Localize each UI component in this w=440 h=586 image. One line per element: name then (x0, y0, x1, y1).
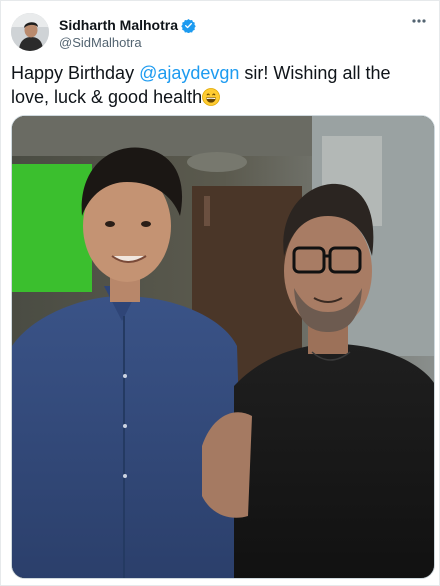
tweet-header: Sidharth Malhotra @SidMalhotra (11, 13, 429, 53)
verified-badge-icon (181, 18, 196, 33)
tweet-photo[interactable] (11, 115, 435, 579)
author-handle[interactable]: @SidMalhotra (59, 35, 196, 50)
tweet-card[interactable]: Sidharth Malhotra @SidMalhotra Happy Bir… (0, 0, 440, 586)
more-options-icon[interactable] (409, 13, 429, 29)
author-avatar[interactable] (11, 13, 49, 51)
mention-link[interactable]: @ajaydevgn (139, 63, 239, 83)
author-display-name[interactable]: Sidharth Malhotra (59, 17, 178, 33)
author-names: Sidharth Malhotra @SidMalhotra (59, 16, 196, 50)
grinning-face-emoji-icon (202, 88, 221, 106)
tweet-text-part1: Happy Birthday (11, 63, 140, 83)
tweet-text: Happy Birthday @ajaydevgn sir! Wishing a… (11, 61, 431, 109)
